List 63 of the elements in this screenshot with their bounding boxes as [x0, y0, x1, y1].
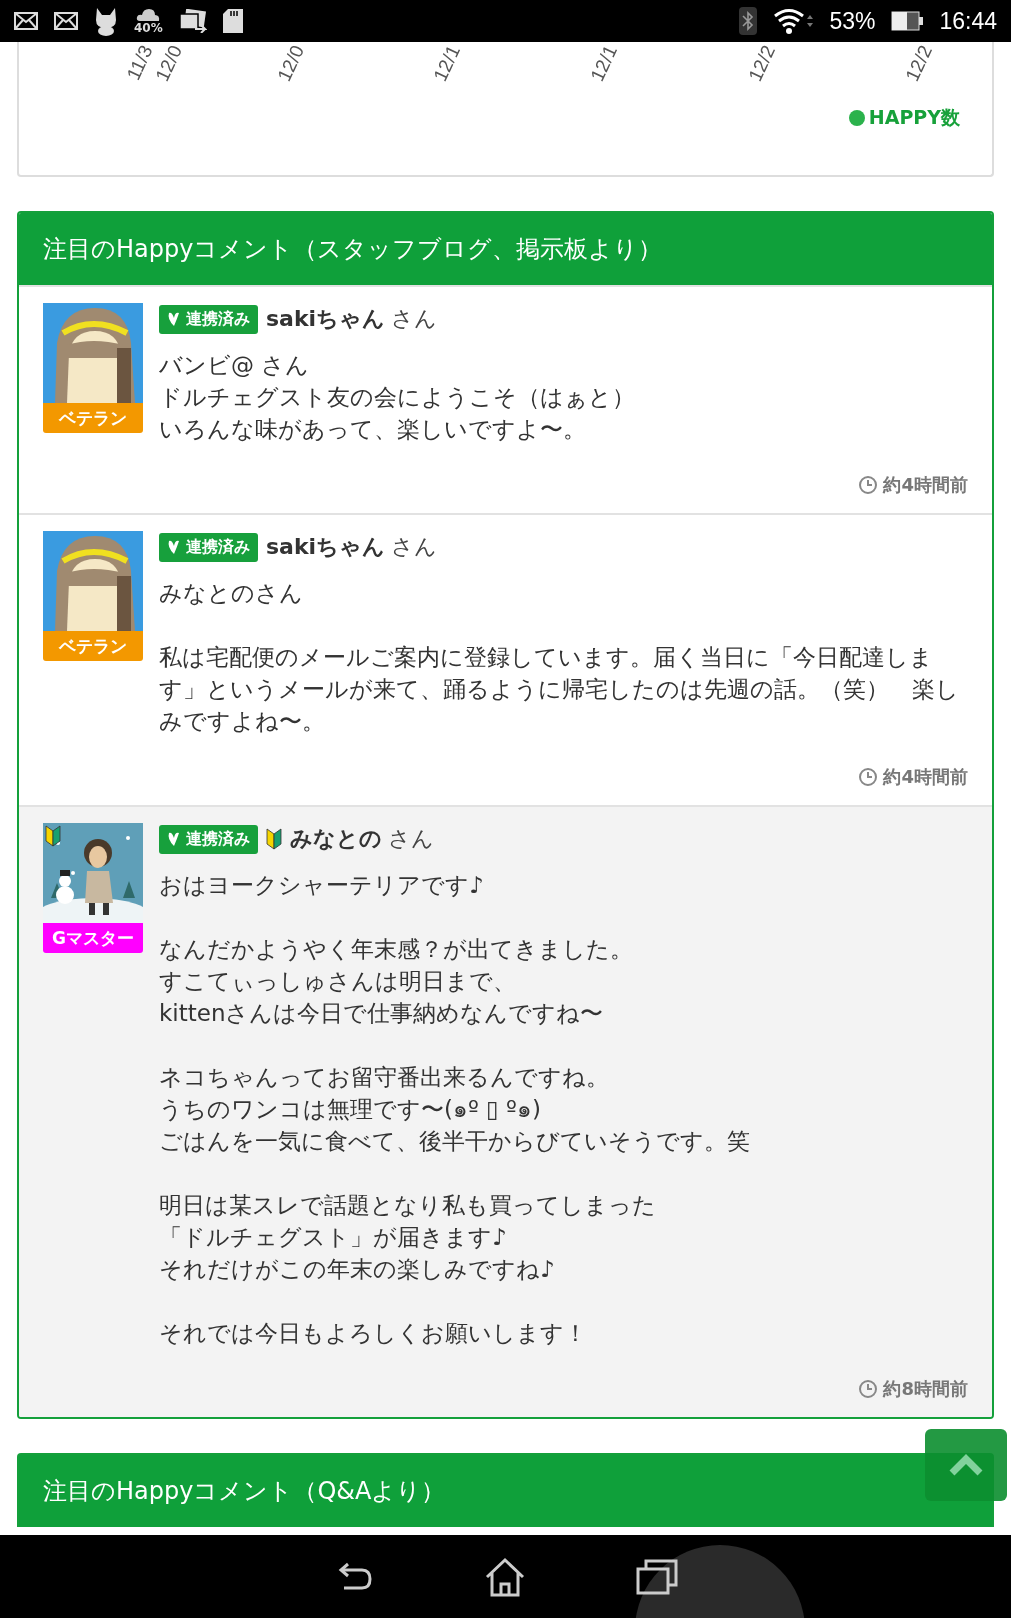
clock-icon [858, 475, 879, 495]
comment-text: kittenさんは今日で仕事納めなんですね〜 [159, 999, 605, 1028]
comment-text: バンビ@ さん [159, 351, 311, 380]
timestamp: 約4時間前 [883, 765, 968, 789]
honorific: さん [388, 825, 434, 853]
axis-tick-label: 12/2 [744, 42, 780, 85]
chevron-up-icon [949, 1454, 983, 1476]
comment-text: 「ドルチェグスト」が届きます♪ [159, 1223, 508, 1252]
clock-time: 16:44 [939, 7, 997, 35]
cloud-icon [136, 8, 161, 22]
axis-tick-label: 12/0 [273, 42, 309, 85]
wifi-icon [773, 7, 814, 35]
bluetooth-icon [739, 7, 758, 35]
axis-tick-label: 12/2 [901, 42, 937, 85]
comment-text: 明日は某スレで話題となり私も買ってしまった [159, 1191, 657, 1220]
mail-icon [54, 12, 78, 30]
beginner-mark-icon [266, 828, 282, 850]
recent-apps-button[interactable] [635, 1558, 678, 1595]
clock-icon [858, 767, 879, 787]
linked-badge: 連携済み [159, 532, 258, 562]
heart-icon [167, 539, 181, 555]
section-header: 注目のHappyコメント（スタッフブログ、掲示板より） [19, 213, 992, 285]
user-name-link[interactable]: sakiちゃん [266, 304, 386, 334]
heart-icon [167, 831, 181, 847]
comment-text: いろんな味があって、楽しいですよ〜。 [159, 415, 587, 444]
comment-text: ネコちゃんってお留守番出来るんですね。 [159, 1063, 610, 1092]
rank-badge: ベテラン [43, 631, 143, 661]
comment-text: おはヨークシャーテリアです♪ [159, 871, 485, 900]
legend-dot-icon [848, 110, 865, 126]
mail-icon [14, 12, 38, 30]
comment-text: それだけがこの年末の楽しみですね♪ [159, 1255, 556, 1284]
legend-label: HAPPY数 [868, 105, 960, 130]
timestamp: 約4時間前 [883, 473, 968, 497]
axis-tick-label: 12/1 [586, 42, 622, 85]
comment-text: ごはんを一気に食べて、後半干からびていそうです。笑 [159, 1127, 751, 1156]
axis-tick-label: 12/1 [429, 42, 465, 85]
beginner-mark-icon [45, 825, 61, 847]
comment-text: 私は宅配便のメールご案内に登録しています。届く当日に「今日配達します」というメールが来て、踊るように帰宅したのは先週の話。（笑） 楽しみですよね〜。 [159, 643, 960, 736]
sd-card-icon [222, 9, 243, 33]
heart-icon [167, 311, 181, 327]
user-name-link[interactable]: みなとの [290, 824, 382, 854]
rank-badge: Gマスター [43, 923, 143, 953]
linked-badge: 連携済み [159, 304, 258, 334]
battery-icon [891, 11, 924, 31]
comment-text: なんだかようやく年末感？が出てきました。 [159, 935, 634, 964]
rank-badge: ベテラン [43, 403, 143, 433]
comment-text: ドルチェグスト友の会にようこそ（はぁと） [159, 383, 636, 412]
weather-percent: 40% [134, 22, 163, 34]
honorific: さん [391, 305, 438, 333]
home-button[interactable] [483, 1556, 526, 1597]
timestamp: 約8時間前 [883, 1377, 968, 1401]
linked-badge: 連携済み [159, 824, 258, 854]
honorific: さん [391, 533, 438, 561]
comment-text: すこてぃっしゅさんは明日まで、 [159, 967, 517, 996]
clock-icon [858, 1379, 879, 1399]
section-header: 注目のHappyコメント（Q&Aより） [19, 1455, 992, 1527]
cat-icon [94, 6, 118, 36]
comment-text: それでは今日もよろしくお願いします！ [159, 1319, 588, 1348]
gallery-icon [178, 9, 207, 33]
user-name-link[interactable]: sakiちゃん [266, 532, 386, 562]
battery-percent: 53% [829, 7, 876, 35]
comment-text: みなとのさん [159, 579, 304, 608]
comment-text: うちのワンコは無理です〜(๑º ▯ º๑) [159, 1095, 542, 1124]
